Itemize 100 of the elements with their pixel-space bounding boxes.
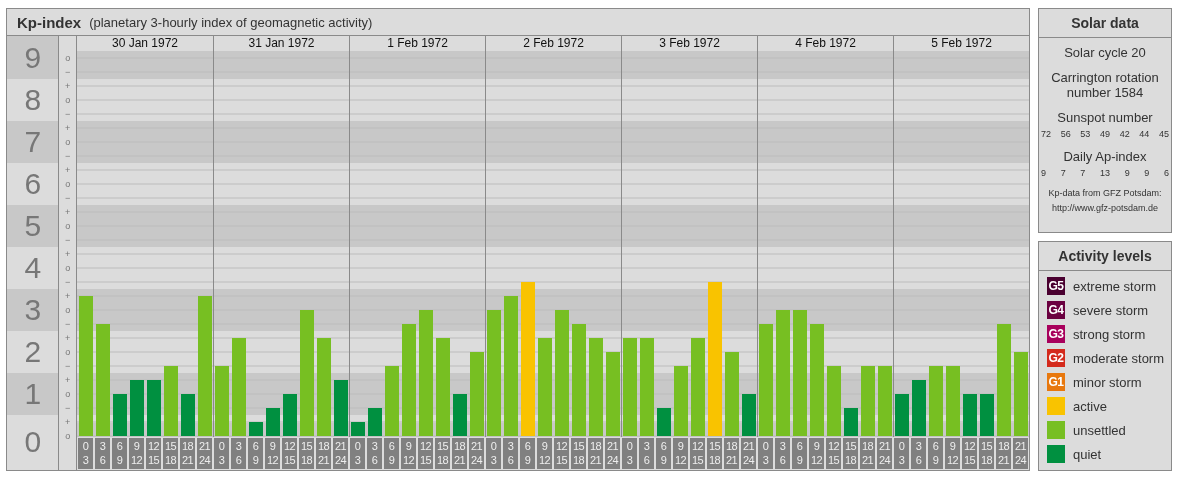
time-slot-label: 6 9 bbox=[792, 438, 807, 469]
kp-bar bbox=[130, 380, 144, 436]
time-slot-label: 3 6 bbox=[775, 438, 790, 469]
time-slot-label: 12 15 bbox=[690, 438, 705, 469]
kp-subscale-mark: o bbox=[64, 388, 72, 401]
time-slot-label: 21 24 bbox=[741, 438, 756, 469]
time-slot-label: 12 15 bbox=[418, 438, 433, 469]
legend-label: minor storm bbox=[1073, 374, 1142, 390]
legend-label: moderate storm bbox=[1073, 350, 1165, 366]
kp-axis-label: 7 bbox=[7, 121, 59, 163]
kp-subscale-mark: o bbox=[64, 94, 72, 107]
kp-subscale-mark: − bbox=[64, 150, 72, 163]
kp-bar bbox=[674, 366, 688, 436]
kp-bar bbox=[844, 408, 858, 436]
kp-subscale-mark: + bbox=[64, 332, 72, 345]
time-slot-label: 15 18 bbox=[843, 438, 858, 469]
legend-label: extreme storm bbox=[1073, 278, 1157, 294]
legend-label: strong storm bbox=[1073, 326, 1146, 342]
storm-level-badge: G2 bbox=[1047, 349, 1065, 367]
time-slot-label: 21 24 bbox=[877, 438, 892, 469]
card-title: Solar data bbox=[1039, 9, 1171, 38]
kp-bar bbox=[742, 394, 756, 436]
time-slot-label: 21 24 bbox=[605, 438, 620, 469]
time-slot-label: 0 3 bbox=[486, 438, 501, 469]
kp-bar bbox=[351, 422, 365, 436]
ap-index-value: 13 bbox=[1099, 168, 1110, 178]
sunspot-value: 42 bbox=[1119, 129, 1130, 139]
time-slot-label: 15 18 bbox=[571, 438, 586, 469]
data-source-text: Kp-data from GFZ Potsdam: bbox=[1048, 188, 1162, 199]
ap-index-value: 7 bbox=[1060, 168, 1066, 178]
legend-label: active bbox=[1073, 398, 1107, 414]
kp-bar bbox=[929, 366, 943, 436]
time-slot-label: 18 21 bbox=[316, 438, 331, 469]
time-slot-label: 0 3 bbox=[78, 438, 93, 469]
kp-subscale-mark: + bbox=[64, 164, 72, 177]
kp-subscale-mark: o bbox=[64, 178, 72, 191]
time-slot-label: 3 6 bbox=[639, 438, 654, 469]
kp-bar bbox=[453, 394, 467, 436]
kp-subscale-mark: + bbox=[64, 416, 72, 429]
kp-bar bbox=[657, 408, 671, 436]
time-slot-label: 6 9 bbox=[112, 438, 127, 469]
sunspot-value: 44 bbox=[1139, 129, 1150, 139]
time-slot-label: 12 15 bbox=[962, 438, 977, 469]
time-slot-label: 0 3 bbox=[214, 438, 229, 469]
time-slot-label: 6 9 bbox=[656, 438, 671, 469]
time-slot-label: 18 21 bbox=[724, 438, 739, 469]
kp-bar bbox=[980, 394, 994, 436]
kp-axis-label: 5 bbox=[7, 205, 59, 247]
sunspot-label: Sunspot number bbox=[1057, 110, 1153, 125]
card-title: Activity levels bbox=[1039, 242, 1171, 271]
time-slot-label: 6 9 bbox=[248, 438, 263, 469]
kp-bar bbox=[827, 366, 841, 436]
kp-bar bbox=[368, 408, 382, 436]
kp-bar bbox=[385, 366, 399, 436]
kp-bar bbox=[215, 366, 229, 436]
kp-subscale-mark: o bbox=[64, 136, 72, 149]
kp-subscale-mark: + bbox=[64, 122, 72, 135]
time-slot-label: 3 6 bbox=[95, 438, 110, 469]
time-slot-label: 3 6 bbox=[367, 438, 382, 469]
ap-index-value: 6 bbox=[1163, 168, 1169, 178]
time-slot-label: 9 12 bbox=[673, 438, 688, 469]
time-slot-label: 18 21 bbox=[996, 438, 1011, 469]
time-slot-label: 6 9 bbox=[384, 438, 399, 469]
kp-bar bbox=[963, 394, 977, 436]
time-slot-label: 9 12 bbox=[945, 438, 960, 469]
time-slot-label: 3 6 bbox=[911, 438, 926, 469]
kp-subscale-mark: o bbox=[64, 430, 72, 443]
time-slot-label: 15 18 bbox=[299, 438, 314, 469]
solar-cycle-text: Solar cycle 20 bbox=[1064, 45, 1146, 60]
legend-label: severe storm bbox=[1073, 302, 1149, 318]
time-slot-label: 18 21 bbox=[588, 438, 603, 469]
kp-subscale-mark: + bbox=[64, 248, 72, 261]
time-slot-label: 9 12 bbox=[537, 438, 552, 469]
storm-level-badge: G4 bbox=[1047, 301, 1065, 319]
legend-label: quiet bbox=[1073, 446, 1102, 462]
kp-subscale-mark: − bbox=[64, 192, 72, 205]
ap-index-value: 7 bbox=[1080, 168, 1086, 178]
time-slot-label: 3 6 bbox=[503, 438, 518, 469]
time-slot-label: 15 18 bbox=[707, 438, 722, 469]
kp-bar bbox=[266, 408, 280, 436]
kp-axis-label: 9 bbox=[7, 36, 59, 79]
kp-subscale-mark: + bbox=[64, 80, 72, 93]
time-slot-label: 21 24 bbox=[469, 438, 484, 469]
kp-subscale-mark: − bbox=[64, 234, 72, 247]
time-slot-label: 6 9 bbox=[520, 438, 535, 469]
time-slot-label: 0 3 bbox=[758, 438, 773, 469]
source-url-link[interactable]: http://www.gfz-potsdam.de bbox=[1051, 203, 1159, 214]
time-slot-label: 18 21 bbox=[452, 438, 467, 469]
time-slot-label: 21 24 bbox=[333, 438, 348, 469]
kp-subscale-mark: − bbox=[64, 276, 72, 289]
sunspot-value: 53 bbox=[1080, 129, 1091, 139]
time-slot-label: 18 21 bbox=[180, 438, 195, 469]
time-slot-label: 12 15 bbox=[826, 438, 841, 469]
kp-bar bbox=[912, 380, 926, 436]
storm-level-badge: G5 bbox=[1047, 277, 1065, 295]
sunspot-value: 45 bbox=[1158, 129, 1169, 139]
time-slot-label: 18 21 bbox=[860, 438, 875, 469]
kp-axis-label: 1 bbox=[7, 373, 59, 415]
time-slot-label: 0 3 bbox=[350, 438, 365, 469]
time-slot-label: 15 18 bbox=[435, 438, 450, 469]
